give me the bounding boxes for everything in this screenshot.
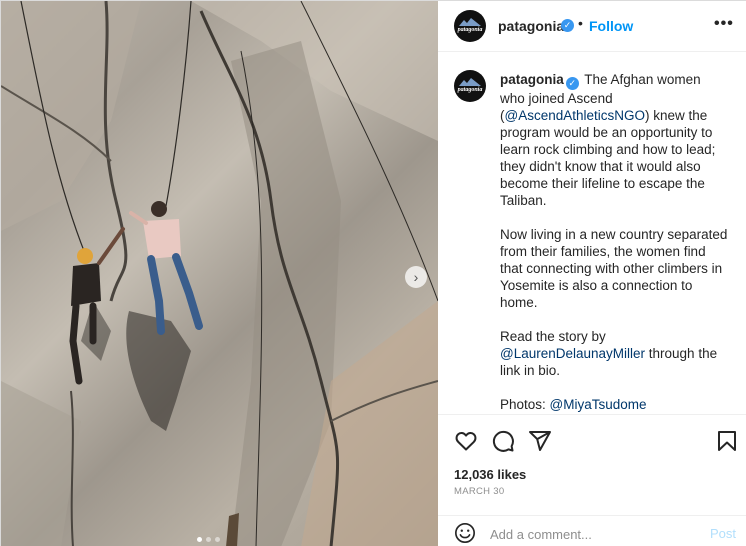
post-photo[interactable]: ›: [1, 1, 438, 546]
mention-link[interactable]: @AscendAthleticsNGO: [505, 108, 646, 123]
climbing-photo: [1, 1, 438, 546]
comment-input[interactable]: [490, 524, 690, 544]
caption-text: Photos:: [500, 397, 550, 412]
header-separator: •: [578, 15, 583, 31]
caption-paragraph-2: Now living in a new country separated fr…: [500, 227, 728, 310]
carousel-dot: [215, 537, 220, 542]
verified-icon: ✓: [565, 77, 579, 90]
caption-username[interactable]: patagonia: [500, 72, 564, 87]
post-date[interactable]: MARCH 30: [454, 486, 504, 497]
caption-text: ) knew the program would be an opportuni…: [500, 108, 716, 208]
mountain-logo-icon: [459, 18, 481, 26]
more-icon[interactable]: •••: [714, 15, 734, 33]
likes-count[interactable]: 12,036 likes: [454, 467, 526, 482]
carousel-next-button[interactable]: ›: [405, 266, 427, 288]
post-dialog: › patagonia patagonia ✓ • Follow ••• pat…: [0, 0, 746, 546]
avatar-logo-text: patagonia: [457, 87, 483, 93]
post-header: patagonia patagonia ✓ • Follow •••: [438, 1, 746, 52]
caption-paragraph-4: Photos: @MiyaTsudome: [500, 396, 728, 413]
action-bar: [438, 414, 746, 464]
mention-link[interactable]: @LaurenDelaunayMiller: [500, 346, 645, 361]
post-sidebar: patagonia patagonia ✓ • Follow ••• patag…: [438, 1, 746, 546]
mountain-logo-icon: [459, 78, 481, 86]
share-icon[interactable]: [528, 429, 552, 453]
avatar[interactable]: patagonia: [454, 10, 486, 42]
emoji-icon[interactable]: [454, 522, 476, 544]
chevron-right-icon: ›: [413, 269, 419, 285]
carousel-dots: [197, 537, 220, 542]
carousel-dot: [206, 537, 211, 542]
comment-bar: Post: [438, 515, 746, 546]
caption-area: patagonia patagonia ✓ The Afghan women wh…: [438, 53, 746, 413]
caption-text: Read the story by: [500, 329, 606, 344]
caption-paragraph-3: Read the story by @LaurenDelaunayMiller …: [500, 328, 728, 379]
heart-icon[interactable]: [454, 429, 478, 453]
avatar-logo-text: patagonia: [457, 27, 483, 33]
header-username[interactable]: patagonia: [498, 18, 564, 34]
verified-icon: ✓: [561, 19, 574, 32]
bookmark-icon[interactable]: [715, 429, 739, 453]
comment-icon[interactable]: [491, 429, 515, 453]
follow-button[interactable]: Follow: [589, 18, 633, 34]
carousel-dot-active: [197, 537, 202, 542]
post-caption: patagonia ✓ The Afghan women who joined A…: [500, 71, 728, 413]
post-comment-button[interactable]: Post: [710, 526, 736, 541]
mention-link[interactable]: @MiyaTsudome: [550, 397, 647, 412]
caption-paragraph-1: patagonia ✓ The Afghan women who joined A…: [500, 71, 728, 209]
caption-avatar[interactable]: patagonia: [454, 70, 486, 102]
